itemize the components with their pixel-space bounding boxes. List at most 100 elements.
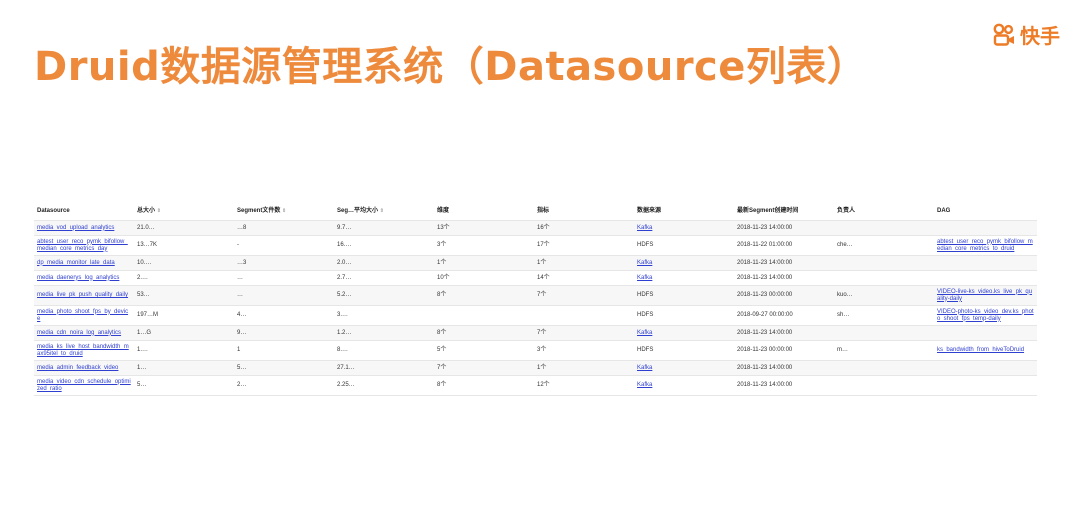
dag-link[interactable]: abtest_user_reco_pymk_bifollow_median_co… (937, 239, 1033, 252)
table-cell-avg: 2.7… (334, 270, 434, 286)
table-cell-time: 2018-11-23 14:00:00 (734, 220, 834, 236)
table-cell-owner: che… (834, 235, 934, 256)
table-cell-size: 2.… (134, 270, 234, 286)
datasource-link[interactable]: dp_media_monitor_late_data (37, 260, 115, 266)
kuaishou-logo: 快手 (992, 20, 1060, 49)
dag-link[interactable]: VIDEO-photo-ks_video_dev.ks_photo_shoot_… (937, 309, 1034, 322)
table-cell-src: HDFS (634, 285, 734, 306)
total-size-cell: 53… (137, 292, 150, 298)
datasource-link[interactable]: media_video_cdn_schedule_optimized_ratio (37, 379, 131, 392)
sort-icon[interactable]: ⇕ (282, 208, 286, 214)
kafka-link[interactable]: Kafka (637, 260, 652, 266)
dimensions-cell: 7个 (437, 364, 447, 371)
table-cell-dag (934, 360, 1037, 376)
sort-icon[interactable]: ⇕ (157, 208, 161, 214)
dag-link[interactable]: ks_bandwidth_from_hiveToDruid (937, 347, 1024, 353)
table-cell-time: 2018-11-23 14:00:00 (734, 360, 834, 376)
total-size-cell: 5… (137, 382, 147, 388)
table-cell-src: Kafka (634, 255, 734, 271)
dag-link[interactable]: VIDEO-live-ks_video.ks_live_pk_quality-d… (937, 289, 1032, 302)
table-cell-src: Kafka (634, 325, 734, 341)
table-cell-dims: 7个 (434, 360, 534, 376)
table-cell-name: media_live_pk_push_quality_daily (34, 285, 134, 306)
datasource-link[interactable]: media_admin_feedback_video (37, 365, 118, 371)
table-cell-dag: abtest_user_reco_pymk_bifollow_median_co… (934, 235, 1037, 256)
table-row: media_video_cdn_schedule_optimized_ratio… (34, 375, 1037, 396)
owner-cell: kuo… (837, 292, 853, 298)
datasource-link[interactable]: media_vod_upload_analytics (37, 225, 114, 231)
kafka-link[interactable]: Kafka (637, 365, 652, 371)
dimensions-cell: 8个 (437, 329, 447, 336)
metrics-cell: 7个 (537, 329, 547, 336)
column-header-segment-count[interactable]: Segment文件数 ⇕ (234, 202, 334, 221)
segment-count-cell: … (237, 292, 243, 298)
table-cell-src: Kafka (634, 220, 734, 236)
source-cell: HDFS (637, 347, 654, 353)
table-cell-mets: 14个 (534, 270, 634, 286)
kafka-link[interactable]: Kafka (637, 275, 652, 281)
source-cell: HDFS (637, 312, 654, 318)
table-cell-owner: kuo… (834, 285, 934, 306)
table-cell-owner (834, 220, 934, 236)
table-cell-segs: … (234, 285, 334, 306)
table-cell-src: Kafka (634, 270, 734, 286)
column-header-dag[interactable]: DAG (934, 202, 1037, 221)
latest-segment-time-cell: 2018-11-23 00:00:00 (737, 292, 793, 298)
segment-count-cell: …3 (237, 259, 247, 266)
table-cell-name: media_daenerys_log_analytics (34, 270, 134, 286)
table-body: media_vod_upload_analytics 21.0… …8 9.7… 13个… (34, 220, 1037, 396)
table-cell-size: 197…M (134, 305, 234, 326)
table-cell-segs: 9… (234, 325, 334, 341)
table-cell-size: 1… (134, 360, 234, 376)
datasource-link[interactable]: media_cdn_noira_log_analytics (37, 330, 121, 336)
column-header-dimensions[interactable]: 维度 (434, 202, 534, 221)
dimensions-cell: 3个 (437, 242, 447, 248)
sort-icon[interactable]: ⇕ (380, 208, 384, 214)
datasource-link[interactable]: abtest_user_reco_pymk_bifollow_median_co… (37, 239, 128, 252)
table-row: dp_media_monitor_late_data 10.… …3 2.0… 1个 1个… (34, 255, 1037, 271)
segment-count-cell: 2… (237, 382, 247, 388)
segment-avg-size-cell: 2.0… (337, 259, 352, 266)
table-cell-time: 2018-09-27 00:00:00 (734, 305, 834, 326)
table-cell-name: media_video_cdn_schedule_optimized_ratio (34, 375, 134, 396)
table-cell-mets (534, 305, 634, 326)
kafka-link[interactable]: Kafka (637, 330, 652, 336)
column-header-metrics[interactable]: 指标 (534, 202, 634, 221)
total-size-cell: 1.… (137, 347, 149, 353)
latest-segment-time-cell: 2018-11-23 14:00:00 (737, 382, 793, 388)
table-cell-owner: m… (834, 340, 934, 361)
column-header-total-size[interactable]: 总大小 ⇕ (134, 202, 234, 221)
owner-cell: m… (837, 347, 848, 353)
table-cell-time: 2018-11-23 14:00:00 (734, 270, 834, 286)
segment-avg-size-cell: 1.2… (337, 329, 352, 336)
table-cell-dims: 3个 (434, 235, 534, 256)
column-header-segment-avg-size[interactable]: Seg…平均大小 ⇕ (334, 202, 434, 221)
column-header-datasource[interactable]: Datasource (34, 202, 134, 221)
column-header-data-source[interactable]: 数据来源 (634, 202, 734, 221)
datasource-link[interactable]: media_daenerys_log_analytics (37, 275, 119, 281)
table-cell-owner: sh… (834, 305, 934, 326)
column-header-owner[interactable]: 负责人 (834, 202, 934, 221)
table-cell-dag: ks_bandwidth_from_hiveToDruid (934, 340, 1037, 361)
table-cell-dag (934, 375, 1037, 396)
table-cell-mets: 7个 (534, 285, 634, 306)
table-cell-dag: VIDEO-live-ks_video.ks_live_pk_quality-d… (934, 285, 1037, 306)
kafka-link[interactable]: Kafka (637, 225, 652, 231)
owner-cell: che… (837, 242, 853, 248)
dimensions-cell: 8个 (437, 292, 447, 298)
segment-avg-size-cell: 3.… (337, 312, 349, 318)
datasource-link[interactable]: media_ks_live_host_bandwidth_max95itel_t… (37, 344, 129, 357)
table-cell-segs: …8 (234, 220, 334, 236)
kafka-link[interactable]: Kafka (637, 382, 652, 388)
table-cell-time: 2018-11-23 14:00:00 (734, 325, 834, 341)
datasource-link[interactable]: media_live_pk_push_quality_daily (37, 292, 128, 298)
datasource-link[interactable]: media_photo_shoot_fps_by_device (37, 309, 128, 322)
page-title: Druid数据源管理系统（Datasource列表） (34, 44, 868, 90)
table-cell-size: 53… (134, 285, 234, 306)
column-header-latest-segment-time[interactable]: 最新Segment创建时间 (734, 202, 834, 221)
table-cell-mets: 7个 (534, 325, 634, 341)
total-size-cell: 1… (137, 364, 147, 371)
total-size-cell: 1…G (137, 329, 152, 336)
table-cell-mets: 16个 (534, 220, 634, 236)
table-cell-segs: 5… (234, 360, 334, 376)
